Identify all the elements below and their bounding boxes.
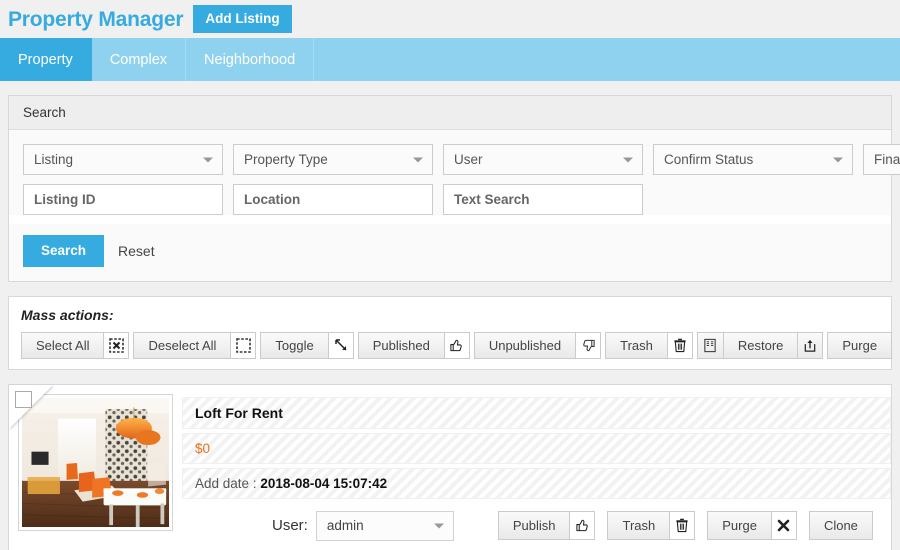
deselect-all-icon	[230, 331, 257, 359]
toggle-button[interactable]: Toggle	[260, 331, 354, 359]
trash-icon	[666, 331, 693, 359]
restore-badge-icon	[696, 331, 723, 359]
search-panel: Search Listing Property Type User Confir…	[8, 95, 900, 282]
listing-row-actions: User: admin Publish Trash Purge Clone	[182, 503, 891, 541]
listing-select-checkbox[interactable]	[15, 390, 32, 408]
property-type-select[interactable]: Property Type	[233, 144, 433, 175]
unpublished-label: Unpublished	[473, 331, 576, 359]
deselect-all-button[interactable]: Deselect All	[133, 331, 257, 359]
chevron-down-icon	[833, 157, 843, 162]
spacer-after-search	[0, 282, 900, 296]
listing-user-value: admin	[326, 518, 364, 533]
reset-link[interactable]: Reset	[118, 243, 155, 259]
thumbs-down-icon	[575, 331, 602, 359]
search-input-row: Listing ID Location Text Search	[23, 184, 877, 215]
listing-trash-label: Trash	[607, 511, 670, 540]
confirm-status-select-label: Confirm Status	[664, 152, 754, 167]
listing-add-date: Add date : 2018-08-04 15:07:42	[182, 467, 891, 499]
tab-property[interactable]: Property	[0, 38, 92, 81]
tab-complex[interactable]: Complex	[91, 38, 187, 81]
listing-price: $0	[182, 432, 891, 464]
search-actions: Search Reset	[9, 224, 891, 281]
location-placeholder: Location	[244, 192, 301, 207]
page-header: Property Manager Add Listing	[0, 0, 900, 38]
toggle-label: Toggle	[260, 331, 328, 359]
tab-bar-filler	[314, 38, 900, 81]
listing-id-input[interactable]: Listing ID	[23, 184, 223, 215]
user-select[interactable]: User	[443, 144, 643, 175]
location-input[interactable]: Location	[233, 184, 433, 215]
thumbs-up-icon	[569, 511, 596, 540]
tab-bar: Property Complex Neighborhood	[0, 38, 900, 81]
mass-actions-bottom-pad	[21, 359, 879, 369]
trash-button[interactable]: Trash	[605, 331, 693, 359]
financial-status-select[interactable]: Fina	[863, 144, 900, 175]
text-search-placeholder: Text Search	[454, 192, 530, 207]
listing-info: Loft For Rent $0 Add date : 2018-08-04 1…	[182, 385, 891, 550]
publish-label: Publish	[497, 511, 570, 540]
search-button[interactable]: Search	[23, 235, 105, 267]
listing-select-label: Listing	[34, 152, 74, 167]
listing-select[interactable]: Listing	[23, 144, 223, 175]
select-all-button[interactable]: Select All	[21, 331, 130, 359]
unpublished-button[interactable]: Unpublished	[473, 331, 602, 359]
trash-icon	[669, 511, 696, 540]
trash-label: Trash	[605, 331, 667, 359]
chevron-down-icon	[433, 523, 444, 528]
purge-button[interactable]: Purge	[827, 331, 893, 359]
listing-user-select[interactable]: admin	[315, 510, 454, 541]
purge-label: Purge	[827, 331, 893, 359]
published-button[interactable]: Published	[357, 331, 470, 359]
listing-thumbnail-wrapper	[9, 385, 182, 550]
chevron-down-icon	[203, 157, 213, 162]
publish-button[interactable]: Publish	[497, 511, 596, 540]
restore-icon	[797, 331, 824, 359]
chevron-down-icon	[623, 157, 633, 162]
listing-thumbnail[interactable]	[18, 393, 173, 531]
mass-actions-label: Mass actions:	[21, 306, 114, 323]
x-mark-icon	[770, 511, 797, 540]
search-panel-title: Search	[9, 96, 891, 130]
add-listing-button[interactable]: Add Listing	[193, 4, 292, 34]
page-title: Property Manager	[8, 7, 184, 31]
listing-user-label: User:	[272, 517, 308, 534]
listing-purge-button[interactable]: Purge	[707, 511, 797, 540]
search-panel-body: Listing Property Type User Confirm Statu…	[9, 130, 900, 215]
chevron-down-icon	[413, 157, 423, 162]
select-all-icon	[103, 331, 130, 359]
tab-neighborhood[interactable]: Neighborhood	[186, 38, 315, 81]
property-manager-page: Property Manager Add Listing Property Co…	[0, 0, 900, 550]
restore-label: Restore	[722, 331, 798, 359]
select-all-label: Select All	[21, 331, 104, 359]
spacer-after-tabs	[0, 81, 900, 95]
restore-button[interactable]: Restore	[696, 331, 824, 359]
listing-title: Loft For Rent	[182, 396, 891, 429]
toggle-icon	[327, 331, 354, 359]
listing-card: Loft For Rent $0 Add date : 2018-08-04 1…	[8, 383, 892, 550]
add-date-value: 2018-08-04 15:07:42	[260, 475, 388, 491]
published-label: Published	[357, 331, 444, 359]
listing-clone-label: Clone	[808, 511, 873, 540]
financial-status-select-label: Fina	[874, 152, 900, 167]
property-photo	[22, 397, 169, 527]
listing-purge-label: Purge	[707, 511, 771, 540]
mass-actions-button-bar: Select All Deselect All Toggle Published…	[21, 331, 893, 359]
listing-clone-button[interactable]: Clone	[808, 511, 873, 540]
listing-trash-button[interactable]: Trash	[607, 511, 696, 540]
add-date-label: Add date :	[195, 475, 261, 491]
search-select-row: Listing Property Type User Confirm Statu…	[23, 144, 900, 175]
mass-actions-panel: Mass actions: Select All Deselect All To…	[8, 295, 893, 370]
confirm-status-select[interactable]: Confirm Status	[653, 144, 853, 175]
thumbs-up-icon	[443, 331, 470, 359]
text-search-input[interactable]: Text Search	[443, 184, 643, 215]
listing-id-placeholder: Listing ID	[34, 192, 96, 207]
property-type-select-label: Property Type	[244, 152, 328, 167]
deselect-all-label: Deselect All	[133, 331, 231, 359]
user-select-label: User	[454, 152, 483, 167]
